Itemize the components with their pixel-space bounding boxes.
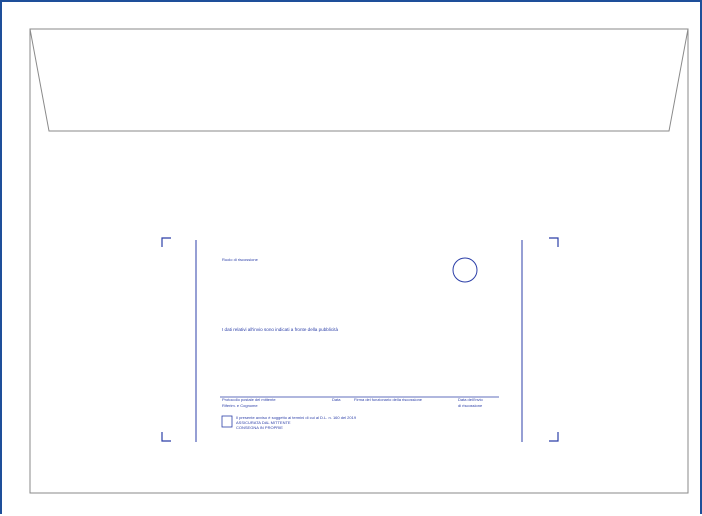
footer-label-collection: di riscossione: [458, 403, 483, 408]
window-notice-text: I dati relativi all'invio sono indicati …: [222, 327, 339, 332]
footer-label-name: Riferim. e Cognome: [222, 403, 258, 408]
window-header-text: Ruolo di riscossione: [222, 257, 258, 262]
footer-label-protocol: Protocollo postale del mittente: [222, 397, 276, 402]
envelope-drawing: [29, 28, 689, 494]
footer-label-date: Data: [332, 397, 341, 402]
footer-label-send-date: Data dell'invio: [458, 397, 483, 402]
envelope-flap: [29, 28, 689, 132]
footer-label-signature: Firma del funzionario della riscossione: [354, 397, 423, 402]
checkbox-text-line3: CONSEGNA IN PROPRIE: [236, 425, 283, 430]
